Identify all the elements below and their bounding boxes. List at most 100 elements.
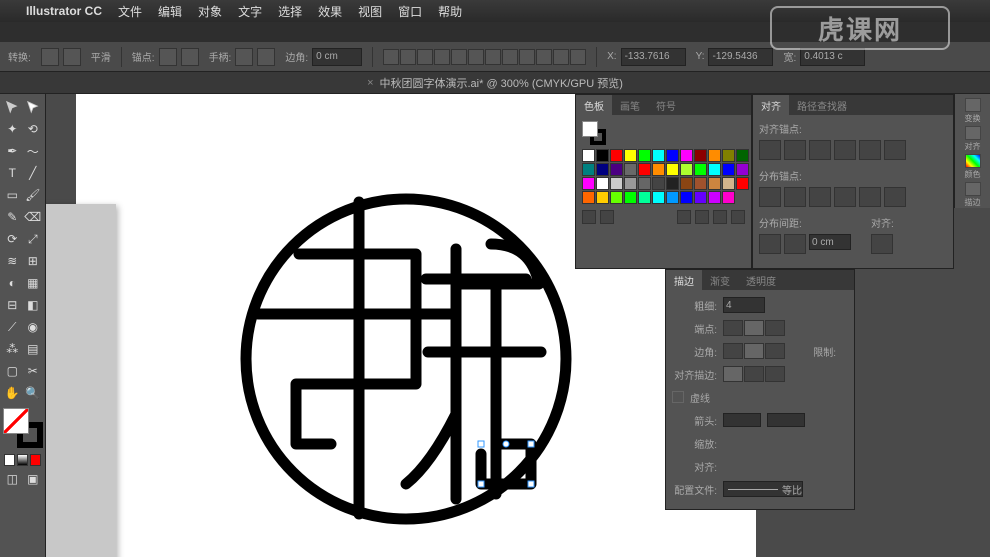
strip-align[interactable]: 对齐 xyxy=(958,126,988,152)
swatch-color[interactable] xyxy=(652,177,665,190)
profile-select[interactable]: 等比 xyxy=(723,481,803,497)
menu-window[interactable]: 窗口 xyxy=(398,3,422,20)
rotate-tool-icon[interactable]: ⟳ xyxy=(2,228,23,250)
tab-gradient[interactable]: 渐变 xyxy=(702,270,738,290)
magic-wand-tool-icon[interactable]: ✦ xyxy=(2,118,23,140)
arrow-end-select[interactable] xyxy=(767,413,805,427)
align-bottom-button[interactable] xyxy=(884,140,906,160)
tab-pathfinder[interactable]: 路径查找器 xyxy=(789,95,855,115)
screen-mode-icon[interactable]: ◫ xyxy=(2,468,23,490)
menu-view[interactable]: 视图 xyxy=(358,3,382,20)
swatch-color[interactable] xyxy=(694,177,707,190)
direct-selection-tool-icon[interactable] xyxy=(23,96,44,118)
swatch-color[interactable] xyxy=(680,191,693,204)
swatch-color[interactable] xyxy=(666,149,679,162)
anchor-convert-icon[interactable] xyxy=(41,48,59,66)
vector-artwork[interactable] xyxy=(231,184,581,534)
swatch-color[interactable] xyxy=(638,177,651,190)
anchor-icon[interactable] xyxy=(181,48,199,66)
cap-butt-button[interactable] xyxy=(723,320,743,336)
dash-checkbox[interactable] xyxy=(672,391,684,403)
swatch-color[interactable] xyxy=(666,191,679,204)
perspective-tool-icon[interactable]: ▦ xyxy=(23,272,44,294)
swatch-color[interactable] xyxy=(624,191,637,204)
swatch-color[interactable] xyxy=(596,191,609,204)
dist-gap-v-button[interactable] xyxy=(759,234,781,254)
dist-h-icon[interactable] xyxy=(485,49,501,65)
new-group-icon[interactable] xyxy=(695,210,709,224)
swatch-color[interactable] xyxy=(624,163,637,176)
swatch-color[interactable] xyxy=(582,163,595,176)
align-left-button[interactable] xyxy=(759,140,781,160)
swatch-color[interactable] xyxy=(596,149,609,162)
cap-round-button[interactable] xyxy=(744,320,764,336)
anchor-icon[interactable] xyxy=(159,48,177,66)
swatch-color[interactable] xyxy=(722,177,735,190)
align-vcenter-button[interactable] xyxy=(859,140,881,160)
menu-type[interactable]: 文字 xyxy=(238,3,262,20)
tab-symbols[interactable]: 符号 xyxy=(648,95,684,115)
swatch-color[interactable] xyxy=(694,163,707,176)
swatch-color[interactable] xyxy=(694,191,707,204)
align-top-icon[interactable] xyxy=(434,49,450,65)
strip-color[interactable]: 颜色 xyxy=(958,154,988,180)
strip-stroke[interactable]: 描边 xyxy=(958,182,988,208)
swatch-color[interactable] xyxy=(652,163,665,176)
swatch-color[interactable] xyxy=(666,163,679,176)
delete-swatch-icon[interactable] xyxy=(731,210,745,224)
swatch-color[interactable] xyxy=(610,177,623,190)
align-hcenter-button[interactable] xyxy=(784,140,806,160)
graph-tool-icon[interactable]: ▤ xyxy=(23,338,44,360)
lasso-tool-icon[interactable]: ⟲ xyxy=(23,118,44,140)
zoom-tool-icon[interactable]: 🔍 xyxy=(23,382,44,404)
swatch-color[interactable] xyxy=(610,191,623,204)
dist-left-button[interactable] xyxy=(834,187,856,207)
align-left-icon[interactable] xyxy=(383,49,399,65)
swatch-color[interactable] xyxy=(680,177,693,190)
align-bottom-icon[interactable] xyxy=(468,49,484,65)
align-right-icon[interactable] xyxy=(417,49,433,65)
shape-builder-tool-icon[interactable]: ◐ xyxy=(2,272,23,294)
swatch-library-icon[interactable] xyxy=(582,210,596,224)
swatch-color[interactable] xyxy=(722,191,735,204)
blend-tool-icon[interactable]: ◉ xyxy=(23,316,44,338)
dist-top-button[interactable] xyxy=(759,187,781,207)
swatch-color[interactable] xyxy=(624,149,637,162)
dist-icon[interactable] xyxy=(570,49,586,65)
handle-icon[interactable] xyxy=(235,48,253,66)
y-input[interactable] xyxy=(708,48,773,66)
menu-edit[interactable]: 编辑 xyxy=(158,3,182,20)
paintbrush-tool-icon[interactable]: 🖌 xyxy=(23,184,44,206)
swatch-color[interactable] xyxy=(694,149,707,162)
corner-miter-button[interactable] xyxy=(723,343,743,359)
swatch-color[interactable] xyxy=(596,177,609,190)
line-tool-icon[interactable]: ╱ xyxy=(23,162,44,184)
swatch-color[interactable] xyxy=(582,149,595,162)
swatch-color[interactable] xyxy=(596,163,609,176)
color-mode-solid-icon[interactable] xyxy=(4,454,15,466)
canvas[interactable]: 色板 画笔 符号 xyxy=(46,94,990,557)
swatch-color[interactable] xyxy=(708,191,721,204)
cap-projecting-button[interactable] xyxy=(765,320,785,336)
swatch-color[interactable] xyxy=(708,163,721,176)
eyedropper-tool-icon[interactable]: ⟋ xyxy=(2,316,23,338)
align-right-button[interactable] xyxy=(809,140,831,160)
screen-mode-icon[interactable]: ▣ xyxy=(23,468,44,490)
swatch-color[interactable] xyxy=(736,177,749,190)
gap-input[interactable] xyxy=(809,234,851,250)
tab-brushes[interactable]: 画笔 xyxy=(612,95,648,115)
swatch-color[interactable] xyxy=(666,177,679,190)
align-top-button[interactable] xyxy=(834,140,856,160)
tab-align[interactable]: 对齐 xyxy=(753,95,789,115)
align-outside-button[interactable] xyxy=(765,366,785,382)
tab-stroke[interactable]: 描边 xyxy=(666,270,702,290)
corner-bevel-button[interactable] xyxy=(765,343,785,359)
close-tab-icon[interactable]: × xyxy=(367,77,373,89)
mesh-tool-icon[interactable]: ⊟ xyxy=(2,294,23,316)
swatch-color[interactable] xyxy=(722,163,735,176)
rectangle-tool-icon[interactable]: ▭ xyxy=(2,184,23,206)
anchor-convert-icon[interactable] xyxy=(63,48,81,66)
x-input[interactable] xyxy=(621,48,686,66)
width-tool-icon[interactable]: ≋ xyxy=(2,250,23,272)
swatch-color[interactable] xyxy=(610,163,623,176)
